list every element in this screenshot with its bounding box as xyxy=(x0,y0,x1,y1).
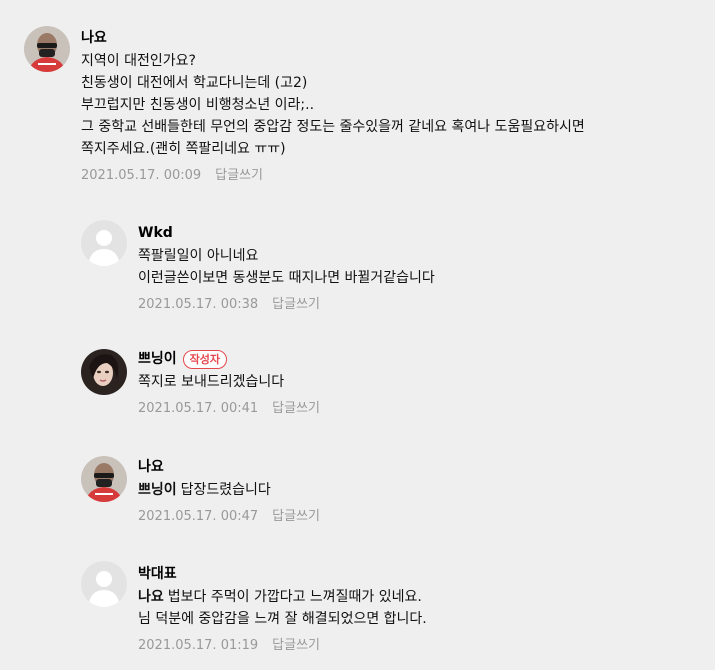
comment-line: 님 덕분에 중압감을 느껴 잘 해결되었으면 합니다. xyxy=(138,611,427,627)
comment-text: 쁘닝이 답장드렸습니다 xyxy=(138,479,715,501)
comment-body: 쁘닝이 작성자 쪽지로 보내드리겠습니다 2021.05.17. 00:41 답글쓰… xyxy=(138,349,715,418)
comment-meta: 2021.05.17. 00:41 답글쓰기 xyxy=(138,400,715,418)
comment-item: 나요 지역이 대전인가요? 친동생이 대전에서 학교다니는데 (고2) 부끄럽지… xyxy=(0,26,715,196)
reply-button[interactable]: 답글쓰기 xyxy=(215,168,263,183)
mention-link[interactable]: 나요 xyxy=(138,589,164,605)
comment-author[interactable]: 나요 xyxy=(81,28,715,48)
comment-date: 2021.05.17. 00:47 xyxy=(138,509,259,524)
author-badge: 작성자 xyxy=(182,349,228,369)
reply-button[interactable]: 답글쓰기 xyxy=(272,297,320,312)
avatar[interactable] xyxy=(81,456,127,502)
reply-button[interactable]: 답글쓰기 xyxy=(272,638,320,653)
comment-item: Wkd 쪽팔릴일이 아니네요 이런글쓴이보면 동생분도 때지나면 바뀔거같습니다… xyxy=(0,220,715,330)
comment-author[interactable]: 나요 xyxy=(138,457,715,477)
mention-link[interactable]: 쁘닝이 xyxy=(138,482,177,498)
comment-line: 지역이 대전인가요? xyxy=(81,53,196,69)
comment-item: 쁘닝이 작성자 쪽지로 보내드리겠습니다 2021.05.17. 00:41 답글쓰… xyxy=(0,347,715,432)
avatar[interactable] xyxy=(81,561,127,607)
comment-author[interactable]: Wkd xyxy=(138,223,715,243)
comment-line: 이런글쓴이보면 동생분도 때지나면 바뀔거같습니다 xyxy=(138,270,435,286)
reply-button[interactable]: 답글쓰기 xyxy=(272,509,320,524)
comment-meta: 2021.05.17. 00:38 답글쓰기 xyxy=(138,296,715,314)
comment-body: 나요 쁘닝이 답장드렸습니다 2021.05.17. 00:47 답글쓰기 xyxy=(138,457,715,526)
comment-text: 쪽팔릴일이 아니네요 이런글쓴이보면 동생분도 때지나면 바뀔거같습니다 xyxy=(138,245,715,289)
comment-date: 2021.05.17. 01:19 xyxy=(138,638,259,653)
comment-author[interactable]: 쁘닝이 작성자 xyxy=(138,349,715,369)
comment-line: 쁘닝이 답장드렸습니다 xyxy=(138,482,271,498)
comment-line: 부끄럽지만 친동생이 비행청소년 이라;.. xyxy=(81,97,315,113)
comment-body: Wkd 쪽팔릴일이 아니네요 이런글쓴이보면 동생분도 때지나면 바뀔거같습니다… xyxy=(138,223,715,314)
comment-line: 쪽지로 보내드리겠습니다 xyxy=(138,374,285,390)
comment-line: 친동생이 대전에서 학교다니는데 (고2) xyxy=(81,75,308,91)
avatar[interactable] xyxy=(81,349,127,395)
comment-line: 쪽지주세요.(괜히 쪽팔리네요 ㅠㅠ) xyxy=(81,141,286,157)
comment-date: 2021.05.17. 00:38 xyxy=(138,297,259,312)
comment-item: 나요 쁘닝이 답장드렸습니다 2021.05.17. 00:47 답글쓰기 xyxy=(0,455,715,540)
comment-text: 지역이 대전인가요? 친동생이 대전에서 학교다니는데 (고2) 부끄럽지만 친… xyxy=(81,50,715,160)
comment-text: 쪽지로 보내드리겠습니다 xyxy=(138,371,715,393)
comment-line: 그 중학교 선배들한테 무언의 중압감 정도는 줄수있을꺼 같네요 혹여나 도움… xyxy=(81,119,585,135)
comment-date: 2021.05.17. 00:41 xyxy=(138,401,259,416)
avatar[interactable] xyxy=(81,220,127,266)
comment-author[interactable]: 박대표 xyxy=(138,564,715,584)
comment-line: 나요 법보다 주먹이 가깝다고 느껴질때가 있네요. xyxy=(138,589,422,605)
comment-meta: 2021.05.17. 01:19 답글쓰기 xyxy=(138,637,715,655)
comment-item: 박대표 나요 법보다 주먹이 가깝다고 느껴질때가 있네요. 님 덕분에 중압감을… xyxy=(0,561,715,670)
comment-meta: 2021.05.17. 00:47 답글쓰기 xyxy=(138,508,715,526)
comment-body: 나요 지역이 대전인가요? 친동생이 대전에서 학교다니는데 (고2) 부끄럽지… xyxy=(81,28,715,185)
comment-list: 나요 지역이 대전인가요? 친동생이 대전에서 학교다니는데 (고2) 부끄럽지… xyxy=(0,0,715,670)
avatar[interactable] xyxy=(24,26,70,72)
comment-body: 박대표 나요 법보다 주먹이 가깝다고 느껴질때가 있네요. 님 덕분에 중압감을… xyxy=(138,564,715,655)
comment-text: 나요 법보다 주먹이 가깝다고 느껴질때가 있네요. 님 덕분에 중압감을 느껴 … xyxy=(138,586,715,630)
comment-meta: 2021.05.17. 00:09 답글쓰기 xyxy=(81,167,715,185)
reply-button[interactable]: 답글쓰기 xyxy=(272,401,320,416)
comment-line: 쪽팔릴일이 아니네요 xyxy=(138,248,259,264)
comment-date: 2021.05.17. 00:09 xyxy=(81,168,202,183)
